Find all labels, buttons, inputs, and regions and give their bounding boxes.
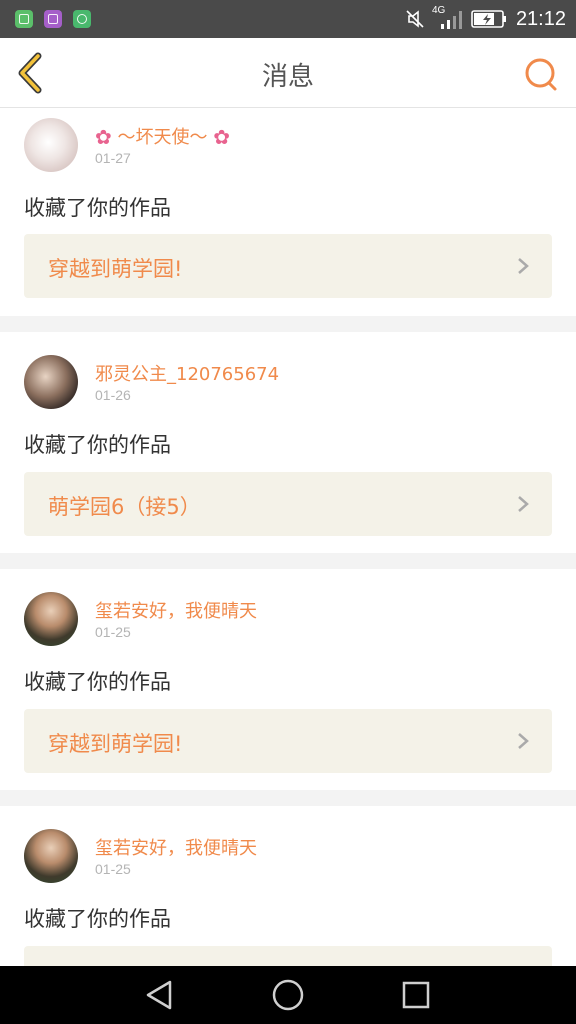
chat-notification-icon	[73, 10, 91, 28]
message-item: 玺若安好，我便晴天 01-25 收藏了你的作品 穿越到萌学园!	[0, 569, 576, 790]
action-text: 收藏了你的作品	[24, 433, 171, 457]
user-avatar[interactable]	[24, 355, 78, 409]
work-link[interactable]	[24, 946, 552, 966]
square-recents-icon	[402, 981, 430, 1009]
message-date: 01-25	[95, 861, 131, 877]
user-avatar[interactable]	[24, 592, 78, 646]
work-title: 穿越到萌学园!	[48, 732, 183, 756]
back-nav-button[interactable]	[140, 978, 180, 1012]
message-item: 邪灵公主_120765674 01-26 收藏了你的作品 萌学园6（接5）	[0, 332, 576, 553]
triangle-back-icon	[146, 980, 172, 1010]
status-time: 21:12	[515, 8, 566, 30]
chevron-right-icon	[518, 496, 529, 512]
signal-icon	[441, 11, 462, 29]
app-notification-icon	[15, 10, 33, 28]
navigation-bar	[0, 966, 576, 1024]
chevron-right-icon	[518, 733, 529, 749]
back-button[interactable]	[10, 50, 54, 96]
flower-icon: ✿	[95, 125, 112, 149]
username[interactable]: ✿ ～坏天使～ ✿	[95, 123, 230, 149]
page-title: 消息	[261, 62, 314, 92]
work-link[interactable]: 穿越到萌学园!	[24, 234, 552, 298]
message-list[interactable]: ✿ ～坏天使～ ✿ 01-27 收藏了你的作品 穿越到萌学园! 邪灵公主_120…	[0, 108, 576, 966]
work-title: 穿越到萌学园!	[48, 257, 183, 281]
username[interactable]: 玺若安好，我便晴天	[95, 597, 257, 623]
message-item: ✿ ～坏天使～ ✿ 01-27 收藏了你的作品 穿越到萌学园!	[0, 108, 576, 316]
search-button[interactable]	[520, 54, 560, 94]
gallery-notification-icon	[44, 10, 62, 28]
status-bar: 4G 21:12	[0, 0, 576, 38]
message-item: 玺若安好，我便晴天 01-25 收藏了你的作品	[0, 806, 576, 966]
circle-home-icon	[272, 979, 304, 1011]
header: 消息	[0, 38, 576, 108]
battery-icon	[471, 10, 506, 28]
message-date: 01-25	[95, 624, 131, 640]
recents-nav-button[interactable]	[396, 978, 436, 1012]
work-title: 萌学园6（接5）	[48, 495, 201, 519]
work-link[interactable]: 穿越到萌学园!	[24, 709, 552, 773]
action-text: 收藏了你的作品	[24, 670, 171, 694]
action-text: 收藏了你的作品	[24, 907, 171, 931]
user-avatar[interactable]	[24, 829, 78, 883]
home-nav-button[interactable]	[268, 978, 308, 1012]
work-link[interactable]: 萌学园6（接5）	[24, 472, 552, 536]
action-text: 收藏了你的作品	[24, 196, 171, 220]
user-avatar[interactable]	[24, 118, 78, 172]
message-date: 01-26	[95, 387, 131, 403]
flower-icon: ✿	[213, 125, 230, 149]
username[interactable]: 玺若安好，我便晴天	[95, 834, 257, 860]
message-date: 01-27	[95, 150, 131, 166]
username[interactable]: 邪灵公主_120765674	[95, 360, 279, 386]
chevron-right-icon	[518, 258, 529, 274]
search-icon	[525, 58, 557, 91]
mute-icon	[406, 10, 424, 28]
chevron-left-icon	[18, 52, 42, 94]
